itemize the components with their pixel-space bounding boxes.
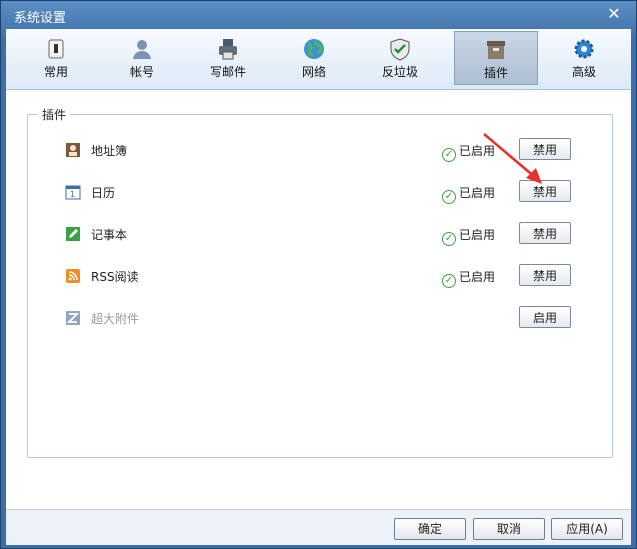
plugin-status: ✓ 已启用 [442,268,495,288]
check-icon: ✓ [442,232,456,246]
check-icon: ✓ [442,148,456,162]
ok-button[interactable]: 确定 [394,518,466,540]
window-title: 系统设置 [14,11,67,26]
close-icon[interactable]: ✕ [606,6,622,22]
plugin-name: 日历 [91,186,116,200]
tab-plugins[interactable]: 插件 [454,31,538,85]
plugin-name: 地址簿 [91,144,128,158]
check-icon: ✓ [442,274,456,288]
check-icon: ✓ [442,190,456,204]
plugin-name: 记事本 [91,228,128,242]
tab-network[interactable]: 网络 [272,31,356,85]
annotation-arrow-icon [483,133,542,184]
disable-rss-button[interactable]: 禁用 [519,264,571,286]
disable-notepad-button[interactable]: 禁用 [519,222,571,244]
svg-text:1: 1 [70,190,75,199]
enable-large-attachment-button[interactable]: 启用 [519,306,571,328]
apply-button[interactable]: 应用(A) [551,518,623,540]
calendar-icon: 1 [65,185,81,200]
settings-window: 系统设置 ✕ 常用 帐号 写邮件 网络 反垃圾 插件 高级 插件 地址簿 ✓ 已… [0,0,637,549]
address-book-icon [66,143,80,157]
globe-icon [304,39,324,59]
cancel-button[interactable]: 取消 [473,518,545,540]
switch-icon [48,39,64,59]
gear-icon [574,39,594,59]
plugin-name: RSS阅读 [91,270,139,284]
printer-icon [219,39,237,60]
tab-account[interactable]: 帐号 [100,31,184,85]
rss-icon [66,269,80,283]
tab-compose[interactable]: 写邮件 [186,31,270,85]
plugin-row-rss: RSS阅读 ✓ 已启用 禁用 [28,264,612,288]
user-icon [133,40,151,59]
plugins-group-title: 插件 [38,106,71,123]
settings-toolbar: 常用 帐号 写邮件 网络 反垃圾 插件 高级 [6,29,631,90]
plugins-panel: 插件 地址簿 ✓ 已启用 禁用 1 日历 ✓ 已启用 禁用 记事本 ✓ 已启用 禁用 [6,90,631,509]
dialog-footer: 确定 取消 应用(A) [6,509,631,545]
notepad-icon [66,227,80,241]
plugin-status: ✓ 已启用 [442,226,495,246]
tab-general[interactable]: 常用 [14,31,98,85]
plugin-row-notepad: 记事本 ✓ 已启用 禁用 [28,222,612,246]
title-bar: 系统设置 ✕ [1,1,636,29]
plugin-name: 超大附件 [91,312,140,326]
shield-icon [390,38,410,61]
plugin-row-large-attachment: 超大附件 启用 [28,306,612,330]
attachment-icon [66,311,80,325]
box-icon [487,41,505,59]
tab-antispam[interactable]: 反垃圾 [358,31,442,85]
tab-advanced[interactable]: 高级 [542,31,626,85]
